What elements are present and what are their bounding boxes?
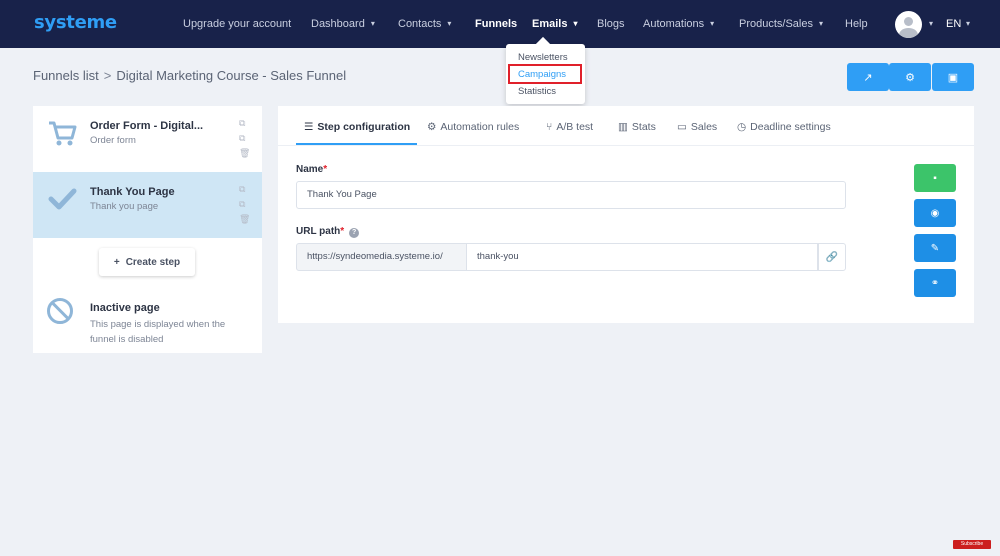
step-actions: ⧉ ⧉ 🗑 — [239, 184, 251, 229]
nav-blogs[interactable]: Blogs — [597, 18, 625, 30]
highlight-box — [508, 64, 582, 84]
chevron-down-icon[interactable]: ▾ — [929, 19, 933, 28]
copy-link-button[interactable]: 🔗 — [818, 243, 846, 271]
chevron-down-icon[interactable]: ▾ — [966, 19, 970, 28]
tab-sales[interactable]: ▭ Sales — [677, 121, 717, 133]
menu-item-statistics[interactable]: Statistics — [518, 86, 556, 97]
checkmark-icon — [48, 188, 77, 210]
nav-help[interactable]: Help — [845, 18, 868, 30]
funnel-products-button[interactable]: ▣ — [932, 63, 974, 91]
split-icon: ⑂ — [546, 121, 553, 133]
plus-icon: + — [113, 256, 120, 268]
tab-automation-rules[interactable]: ⚙ Automation rules — [427, 121, 519, 133]
preview-button[interactable]: ◉ — [914, 199, 956, 227]
bar-chart-icon: ▥ — [618, 121, 628, 133]
step-actions: ⧉ ⧉ 🗑 — [239, 118, 251, 163]
tab-deadline-settings[interactable]: ◷ Deadline settings — [737, 121, 831, 133]
nav-upgrade-account[interactable]: Upgrade your account — [183, 18, 291, 30]
funnel-settings-button[interactable]: ⚙ — [889, 63, 931, 91]
avatar-head — [904, 17, 913, 26]
tab-step-configuration[interactable]: ☰ Step configuration — [304, 121, 410, 133]
create-step-button[interactable]: + Create step — [99, 248, 195, 276]
chevron-down-icon: ▾ — [573, 19, 578, 28]
link-icon: 🔗 — [825, 251, 839, 263]
step-title: Order Form - Digital... — [90, 120, 204, 132]
magic-wand-icon: ✎ — [930, 242, 940, 254]
url-path-label: URL path*? — [296, 226, 360, 238]
nav-automations[interactable]: Automations ▾ — [643, 18, 714, 30]
tab-divider — [278, 145, 974, 146]
money-icon: ▭ — [677, 121, 687, 133]
cart-icon — [49, 121, 77, 146]
duplicate-icon[interactable]: ⧉ — [239, 133, 249, 143]
required-mark: * — [323, 164, 328, 175]
chevron-down-icon: ▾ — [818, 19, 823, 28]
copy-icon[interactable]: ⧉ — [239, 184, 249, 194]
step-order-form[interactable]: Order Form - Digital... Order form ⧉ ⧉ 🗑 — [33, 106, 262, 172]
chevron-down-icon: ▾ — [370, 19, 375, 28]
url-prefix: https://syndeomedia.systeme.io/ — [296, 243, 467, 271]
top-navbar: systeme Upgrade your account Dashboard ▾ … — [0, 0, 1000, 48]
nav-funnels[interactable]: Funnels — [475, 18, 517, 30]
inactive-page-description: This page is displayed when the funnel i… — [90, 319, 226, 345]
menu-item-newsletters[interactable]: Newsletters — [518, 52, 568, 63]
youtube-subscribe-badge[interactable]: Subscribe — [953, 540, 991, 549]
step-title: Thank You Page — [90, 186, 175, 198]
open-funnel-button[interactable]: ↗ — [847, 63, 889, 91]
breadcrumb: Funnels list > Digital Marketing Course - … — [33, 68, 346, 83]
language-selector[interactable]: EN — [946, 18, 961, 30]
copy-icon[interactable]: ⧉ — [239, 118, 249, 128]
gears-icon: ⚙ — [427, 121, 437, 133]
url-path-input[interactable]: thank-you — [467, 243, 818, 271]
inactive-page-title[interactable]: Inactive page — [90, 302, 160, 314]
step-thank-you-page[interactable]: Thank You Page Thank you page ⧉ ⧉ 🗑 — [33, 172, 262, 238]
edit-page-button[interactable]: ✎ — [914, 234, 956, 262]
nav-contacts[interactable]: Contacts ▾ — [398, 18, 451, 30]
link-icon: ⚭ — [930, 277, 940, 289]
eye-icon: ◉ — [930, 207, 940, 219]
external-link-icon: ↗ — [863, 71, 873, 84]
nav-emails[interactable]: Emails ▾ — [532, 18, 577, 30]
help-icon[interactable]: ? — [349, 228, 360, 238]
save-button[interactable]: ▪ — [914, 164, 956, 192]
save-icon: ▪ — [933, 172, 937, 184]
breadcrumb-separator: > — [103, 68, 112, 83]
nav-products-sales[interactable]: Products/Sales ▾ — [739, 18, 823, 30]
trash-icon[interactable]: 🗑 — [239, 148, 250, 158]
tab-stats[interactable]: ▥ Stats — [618, 121, 656, 133]
breadcrumb-funnels-list[interactable]: Funnels list — [33, 68, 99, 83]
settings-icon: ⚙ — [905, 71, 915, 84]
step-type: Order form — [90, 135, 136, 146]
block-icon — [47, 298, 73, 324]
chevron-down-icon: ▾ — [447, 19, 452, 28]
name-input[interactable]: Thank You Page — [296, 181, 846, 209]
user-avatar-icon[interactable] — [895, 11, 922, 38]
breadcrumb-current: Digital Marketing Course - Sales Funnel — [116, 68, 347, 83]
chevron-down-icon: ▾ — [710, 19, 715, 28]
logo[interactable]: systeme — [34, 12, 117, 33]
step-config-panel: ☰ Step configuration ⚙ Automation rules ⑂ A… — [278, 106, 974, 323]
page-link-button[interactable]: ⚭ — [914, 269, 956, 297]
nav-dashboard[interactable]: Dashboard ▾ — [311, 18, 375, 30]
duplicate-icon[interactable]: ⧉ — [239, 199, 249, 209]
list-icon: ☰ — [304, 121, 314, 133]
step-type: Thank you page — [90, 201, 159, 212]
create-step-label: Create step — [125, 256, 181, 268]
funnel-steps-panel: Order Form - Digital... Order form ⧉ ⧉ 🗑… — [33, 106, 262, 353]
name-label: Name* — [296, 164, 328, 175]
required-mark: * — [340, 226, 345, 237]
trash-icon[interactable]: 🗑 — [239, 214, 250, 224]
clock-icon: ◷ — [737, 121, 747, 133]
tab-ab-test[interactable]: ⑂ A/B test — [546, 121, 593, 133]
avatar-shoulders — [899, 28, 918, 38]
shopping-bag-icon: ▣ — [947, 71, 959, 84]
